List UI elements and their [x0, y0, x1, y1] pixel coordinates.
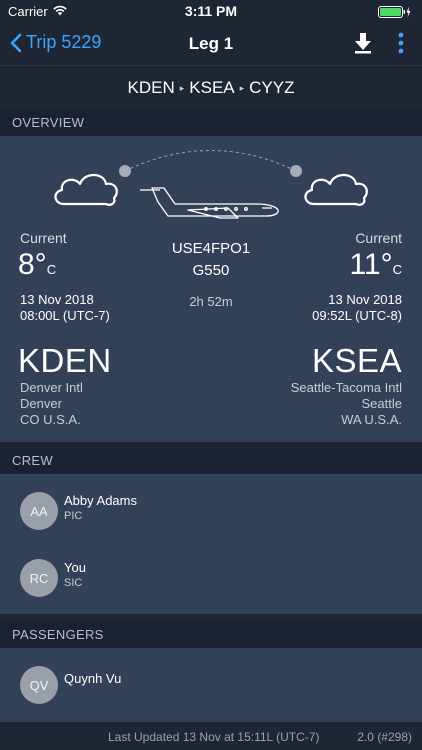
version-label: 2.0 (#298) — [357, 730, 412, 744]
departure-airport-name: Denver Intl — [20, 380, 83, 395]
crew-member-row[interactable]: RC You SIC — [20, 559, 86, 597]
battery-icon — [378, 5, 412, 23]
passenger-row[interactable]: QV Quynh Vu — [20, 666, 121, 704]
more-vertical-icon — [398, 32, 404, 54]
departure-date: 13 Nov 2018 — [20, 292, 94, 307]
arrival-airport-name: Seattle-Tacoma Intl — [290, 380, 402, 395]
arrival-date: 13 Nov 2018 — [328, 292, 402, 307]
route-arrow-icon: ▸ — [239, 82, 245, 93]
arrival-airport-city: Seattle — [361, 396, 402, 411]
arrival-airport-region: WA U.S.A. — [341, 412, 402, 427]
crew-list: AA Abby Adams PIC RC You SIC — [0, 474, 422, 614]
more-options-button[interactable] — [398, 32, 404, 59]
crew-member-role: SIC — [64, 576, 83, 589]
back-button-label: Trip 5229 — [26, 32, 102, 52]
crew-member-name: You — [64, 559, 86, 575]
back-button[interactable]: Trip 5229 — [10, 32, 101, 53]
aircraft-registration: USE4FPO1 — [171, 240, 251, 257]
arrival-point — [290, 165, 302, 177]
avatar: QV — [20, 666, 58, 704]
status-bar: Carrier 3:11 PM — [0, 0, 422, 22]
clock: 3:11 PM — [184, 3, 238, 19]
section-header-passengers: PASSENGERS — [0, 622, 422, 648]
flight-path-icon — [124, 150, 297, 172]
departure-cloud-icon — [54, 173, 118, 206]
departure-airport-info: Denver Intl Denver CO U.S.A. — [20, 380, 83, 428]
passenger-name: Quynh Vu — [64, 670, 122, 686]
plane-icon — [140, 187, 279, 219]
crew-member-role: PIC — [64, 509, 83, 522]
download-button[interactable] — [354, 32, 372, 59]
download-icon — [355, 33, 371, 54]
footer: Last Updated 13 Nov at 15:11L (UTC-7) 2.… — [0, 722, 422, 750]
navigation-bar: Trip 5229 Leg 1 — [0, 22, 422, 66]
crew-member-name: Abby Adams — [64, 492, 137, 508]
route-arrow-icon: ▸ — [179, 82, 185, 93]
flight-illustration — [54, 150, 368, 219]
chevron-left-icon — [10, 33, 22, 52]
route-stop-final: CYYZ — [249, 78, 295, 97]
avatar: AA — [20, 492, 58, 530]
departure-airport-city: Denver — [20, 396, 62, 411]
overview-panel: Current 8°C Current 11°C USE4FPO1 G550 2… — [0, 136, 422, 442]
departure-point — [119, 165, 131, 177]
arrival-cloud-icon — [304, 173, 368, 206]
arrival-airport-info: Seattle-Tacoma Intl Seattle WA U.S.A. — [291, 380, 402, 428]
route-stop-origin: KDEN — [127, 78, 175, 97]
departure-airport-code: KDEN — [18, 342, 112, 379]
arrival-airport-code: KSEA — [311, 342, 402, 379]
section-header-crew: CREW — [0, 448, 422, 474]
section-header-overview: OVERVIEW — [0, 110, 422, 136]
aircraft-type: G550 — [192, 262, 230, 279]
last-updated-label: Last Updated 13 Nov at 15:11L (UTC-7) — [108, 730, 320, 744]
departure-time: 08:00L (UTC-7) — [20, 308, 110, 323]
avatar: RC — [20, 559, 58, 597]
passenger-list: QV Quynh Vu — [0, 648, 422, 722]
departure-airport-region: CO U.S.A. — [20, 412, 81, 427]
route-stop-destination: KSEA — [189, 78, 235, 97]
crew-member-row[interactable]: AA Abby Adams PIC — [20, 492, 137, 530]
arrival-time: 09:52L (UTC-8) — [312, 308, 402, 323]
route-summary: KDEN ▸ KSEA ▸ CYYZ — [0, 66, 422, 110]
